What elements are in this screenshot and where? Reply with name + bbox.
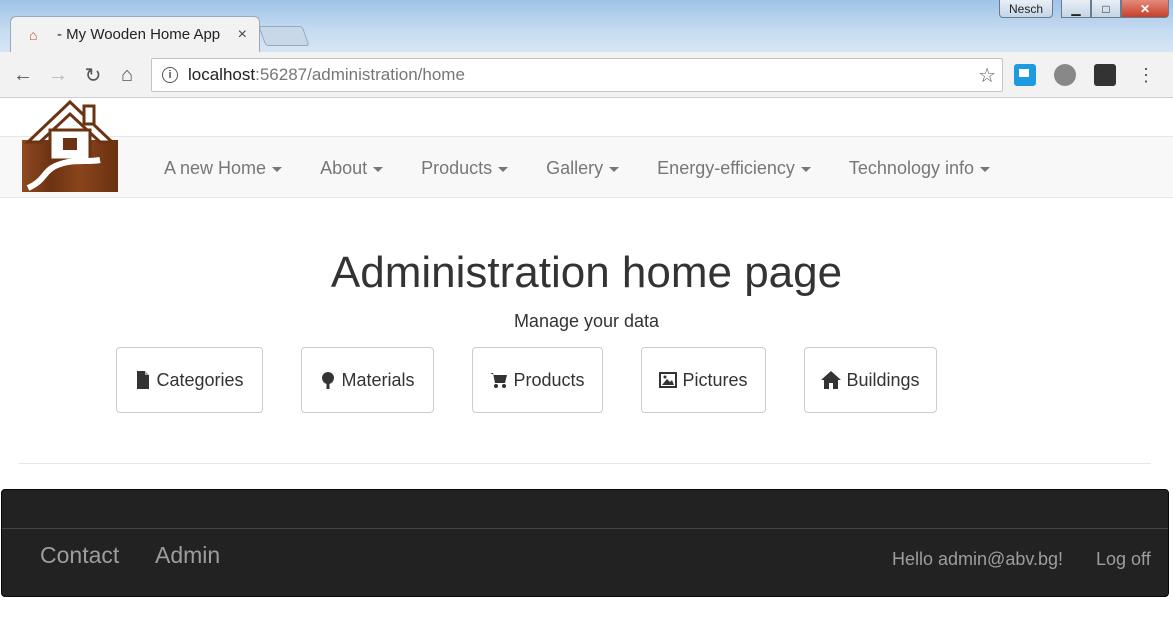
button-label: Materials [341,369,415,390]
picture-icon [659,372,678,388]
admin-link[interactable]: Admin [155,542,220,569]
extension-icon[interactable] [1014,64,1036,86]
cart-icon [490,373,508,388]
close-window-icon[interactable]: ✕ [1121,0,1169,18]
page-content: A new Home About Products Gallery Energy… [0,98,1173,627]
page-subtitle: Manage your data [513,311,660,331]
nav-item-products[interactable]: Products [402,137,527,199]
profile-button[interactable]: Nesch [999,0,1053,18]
caret-down-icon [609,166,620,172]
footer-navbar: Contact Admin Hello admin@abv.bg! Log of… [1,489,1169,597]
reload-icon[interactable]: ↻ [80,62,106,88]
categories-button[interactable]: Categories [116,347,263,413]
button-label: Products [513,369,585,390]
page-title: Administration home page [330,248,843,297]
button-label: Pictures [682,369,748,390]
nav-label: Energy-efficiency [657,157,795,178]
tab-title: - My Wooden Home App [57,26,221,43]
footer-divider [2,528,1168,529]
forward-icon[interactable]: → [45,62,71,88]
nav-item-new-home[interactable]: A new Home [145,137,301,199]
caret-down-icon [373,166,384,172]
nav-menu: A new Home About Products Gallery Energy… [145,137,1009,199]
nav-label: Gallery [546,157,604,178]
nav-label: About [320,157,368,178]
caret-down-icon [800,166,811,172]
products-button[interactable]: Products [472,347,603,413]
nav-label: Technology info [848,157,974,178]
nav-item-about[interactable]: About [301,137,402,199]
new-tab-button[interactable] [258,26,310,46]
menu-icon[interactable]: ⋮ [1133,62,1159,88]
address-bar[interactable]: i localhost:56287/administration/home ☆ [151,58,1003,92]
nav-item-gallery[interactable]: Gallery [527,137,638,199]
home-button-icon[interactable]: ⌂ [114,62,140,88]
site-logo[interactable] [20,100,120,192]
minimize-icon[interactable]: ▁ [1061,0,1091,18]
tree-icon [322,372,335,389]
film-strip-icon[interactable] [1094,64,1116,86]
divider [19,463,1151,464]
home-icon [821,371,842,389]
home-icon: ⌂ [29,26,38,43]
caret-down-icon [272,166,283,172]
url-path: :56287/administration/home [255,65,465,84]
user-greeting[interactable]: Hello admin@abv.bg! [892,549,1063,570]
buildings-button[interactable]: Buildings [804,347,937,413]
url-host: localhost [188,65,256,84]
button-label: Buildings [846,369,920,390]
caret-down-icon [498,166,509,172]
bookmark-star-icon[interactable]: ☆ [978,63,996,88]
browser-tab[interactable]: ⌂ - My Wooden Home App × [10,16,260,52]
logoff-link[interactable]: Log off [1096,549,1151,570]
file-icon [137,371,150,389]
pictures-button[interactable]: Pictures [641,347,766,413]
info-icon[interactable]: i [162,67,178,83]
caret-down-icon [980,166,990,172]
browser-titlebar: ⌂ - My Wooden Home App × Nesch ▁ □ ✕ [0,0,1173,52]
window-controls: Nesch ▁ □ ✕ [999,0,1169,18]
browser-toolbar: ← → ↻ ⌂ i localhost:56287/administration… [0,52,1173,98]
back-icon[interactable]: ← [10,62,36,88]
nav-label: Products [421,157,493,178]
film-reel-icon[interactable] [1054,64,1076,86]
nav-label: A new Home [164,157,267,178]
nav-item-energy-efficiency[interactable]: Energy-efficiency [638,137,830,199]
button-label: Categories [156,369,244,390]
maximize-icon[interactable]: □ [1091,0,1121,18]
nav-item-technology-info[interactable]: Technology info [830,137,1009,199]
materials-button[interactable]: Materials [301,347,434,413]
main-navbar: A new Home About Products Gallery Energy… [0,136,1173,198]
contact-link[interactable]: Contact [40,542,119,569]
close-tab-icon[interactable]: × [238,26,247,44]
